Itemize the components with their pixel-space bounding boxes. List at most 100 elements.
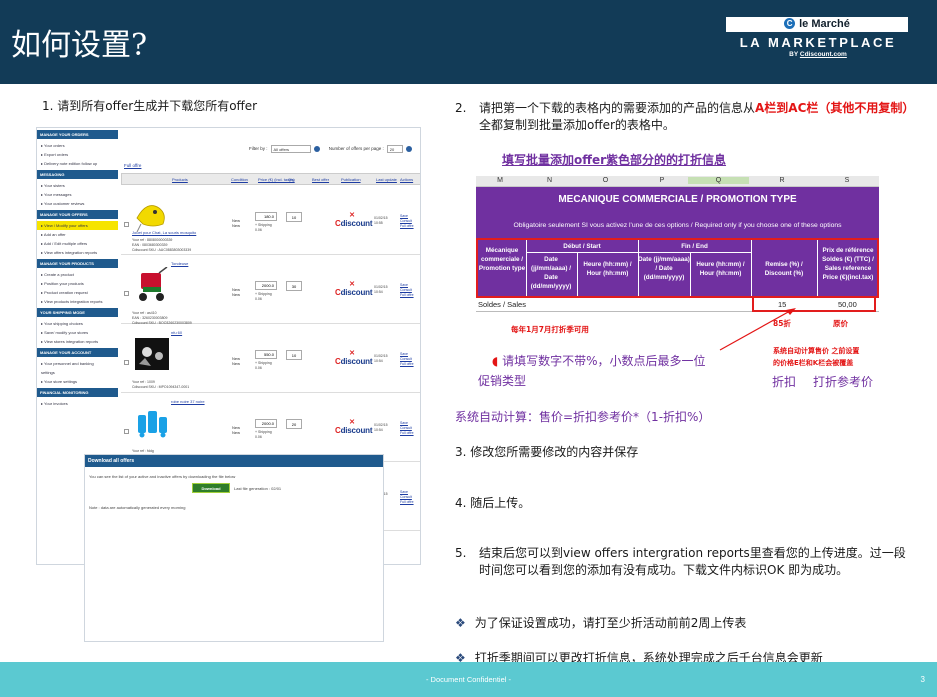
row-checkbox[interactable] [124,360,129,365]
sidebar-item[interactable]: ▸ Your messages [37,190,118,199]
product-name-link[interactable]: Tondeuse [171,261,188,266]
full-offer-link-top[interactable]: Full offre [124,163,141,168]
product-name-link[interactable]: nfu 60 [171,330,182,335]
row-checkbox[interactable] [124,291,129,296]
page-number: 3 [920,675,925,684]
column-header[interactable]: Publication [341,177,361,182]
note-sales-date: 每年1月7月打折季可用 [511,325,589,334]
table-row: robe noire 37 noireYour ref : fddg Cdisc… [121,395,420,462]
hint-text: 请填写数字不带%，小数点后最多一位 [502,354,706,368]
per-page-go-icon[interactable] [405,146,412,152]
excel-obligatoire: Obligatoire seulement SI vous activez l'… [476,213,879,238]
unpublished-x-icon: ✕ [349,281,355,288]
price-input[interactable]: 2000.0 [255,419,277,428]
sidebar-item[interactable]: ▸ Your shipping choices [37,319,118,328]
sidebar-item[interactable]: ▸ Your sisters [37,181,118,190]
price-input[interactable]: 180.0 [255,212,277,221]
unpublished-x-icon: ✕ [349,212,355,219]
sidebar-item[interactable]: ▸ Add an offer [37,230,118,239]
sidebar-item[interactable]: ▸ Your customer reviews [37,199,118,208]
logo-by: BY [789,51,799,58]
qty-input[interactable]: 10 [286,350,302,360]
download-button[interactable]: Download [192,483,230,493]
excel-column-S[interactable]: S [815,177,879,184]
excel-column-P[interactable]: P [636,177,688,184]
sidebar-item[interactable]: ▸ Delivery note edition follow up [37,159,118,168]
shipping: + Shipping 0.06 [255,292,272,301]
product-meta: Your ref : 1009 Cdiscount SKU : MPO10943… [132,380,190,389]
sidebar-item[interactable]: ▸ Export orders [37,150,118,159]
excel-column-R[interactable]: R [749,177,815,184]
condition: New New [232,425,241,435]
qty-input[interactable]: 10 [286,212,302,222]
excel-template-screenshot: MNOPQRS MECANIQUE COMMERCIALE / PROMOTIO… [476,176,879,312]
bullet-1: ❖ 为了保证设置成功，请打至少折活动前前2周上传表 [455,614,746,631]
column-header[interactable]: Actions [400,177,413,182]
row-actions[interactable]: Save Consult Full offre [400,214,414,229]
note-original-price: 原价 [833,319,848,328]
row-actions[interactable]: Save Consult Full offre [400,490,414,505]
qty-input[interactable]: 30 [286,281,302,291]
product-image[interactable] [133,405,171,441]
row-actions[interactable]: Save Consult Full offre [400,352,414,367]
price-input[interactable]: 550.0 [255,350,277,359]
sidebar-item[interactable]: ▸ Create a product [37,270,118,279]
product-image[interactable] [133,266,171,303]
product-image[interactable] [133,198,171,234]
column-header[interactable]: Qty [288,177,294,182]
step-5-num: 5. [455,546,467,560]
qty-input[interactable]: 20 [286,419,302,429]
row-checkbox[interactable] [124,429,129,434]
download-title: Download all offers [85,455,383,467]
excel-divider [751,240,752,296]
sidebar-item[interactable]: ▸ Your invoices [37,399,118,408]
sidebar-item[interactable]: ▸ View offers integration reports [37,248,118,257]
sidebar-item[interactable]: ▸ Your orders [37,141,118,150]
sidebar-item[interactable]: ▸ Add / Edit multiple offers [37,239,118,248]
sidebar-item[interactable]: ▸ View products integration reports [37,297,118,306]
offers-filter-bar: Filter by : All offers Number of offers p… [249,145,420,153]
step-5-body: 结束后您可以到view offers intergration reports里… [479,546,906,577]
offers-table-header: Products Condition Price (€) (incl. taxes)… [121,173,420,185]
sidebar-item[interactable]: ▸ Save/ modify your stores [37,328,118,337]
column-header[interactable]: Last update [376,177,397,182]
sidebar-section-header: MANAGE YOUR ACCOUNT [37,348,118,357]
price-input[interactable]: 2000.0 [255,281,277,290]
filter-go-icon[interactable] [313,146,320,152]
logo-top: Cle Marché [726,17,908,32]
excel-column-Q[interactable]: Q [688,177,749,184]
product-name-link[interactable]: robe noire 37 noire [171,399,205,404]
sidebar-section-header: MANAGE YOUR PRODUCTS [37,259,118,268]
sidebar-item[interactable]: ▸ Product creation request [37,288,118,297]
footer-confidential: - Document Confidentiel - [425,675,512,684]
note-auto-calc-1: 系统自动计算售价 之前设置 [773,347,860,355]
row-actions[interactable]: Save Consult Full offre [400,421,414,436]
product-name-link[interactable]: Jouet pour Chat, La souris mosquito [132,230,196,235]
excel-column-M[interactable]: M [476,177,524,184]
excel-column-O[interactable]: O [575,177,636,184]
sidebar-item[interactable]: settings [37,368,118,377]
sidebar-item[interactable]: ▸ Position your products [37,279,118,288]
column-header[interactable]: Best offer [312,177,329,182]
logo-top-text: le Marché [799,18,850,30]
hint-bullet-icon: ◖ [492,354,503,368]
sidebar-item[interactable]: ▸ Your store settings [37,377,118,386]
shipping: + Shipping 0.06 [255,361,272,370]
bullet-1-text: 为了保证设置成功，请打至少折活动前前2周上传表 [474,616,747,630]
filter-select[interactable]: All offers [270,145,311,153]
sidebar-item[interactable]: ▸ Your personnel and banking [37,359,118,368]
product-meta: Your ref : 8808000000339 EAN : 080368030… [132,238,192,252]
product-image[interactable] [133,336,171,372]
excel-column-N[interactable]: N [524,177,575,184]
per-page-select[interactable]: 20 [386,145,403,153]
column-header[interactable]: Condition [231,177,248,182]
sidebar-section-header: MESSAGING [37,170,118,179]
last-update: 01/02/15 10:54 [374,423,388,432]
sidebar-item[interactable]: ▸ View stores integration reports [37,337,118,346]
row-checkbox[interactable] [124,222,129,227]
sidebar-section-header: MANAGE YOUR OFFERS [37,210,118,219]
column-header[interactable]: Products [172,177,188,182]
excel-row-type[interactable]: Soldes / Sales [478,300,526,309]
sidebar-item[interactable]: ▸ View / Modify your offers [37,221,118,230]
row-actions[interactable]: Save Consult Full offre [400,283,414,298]
